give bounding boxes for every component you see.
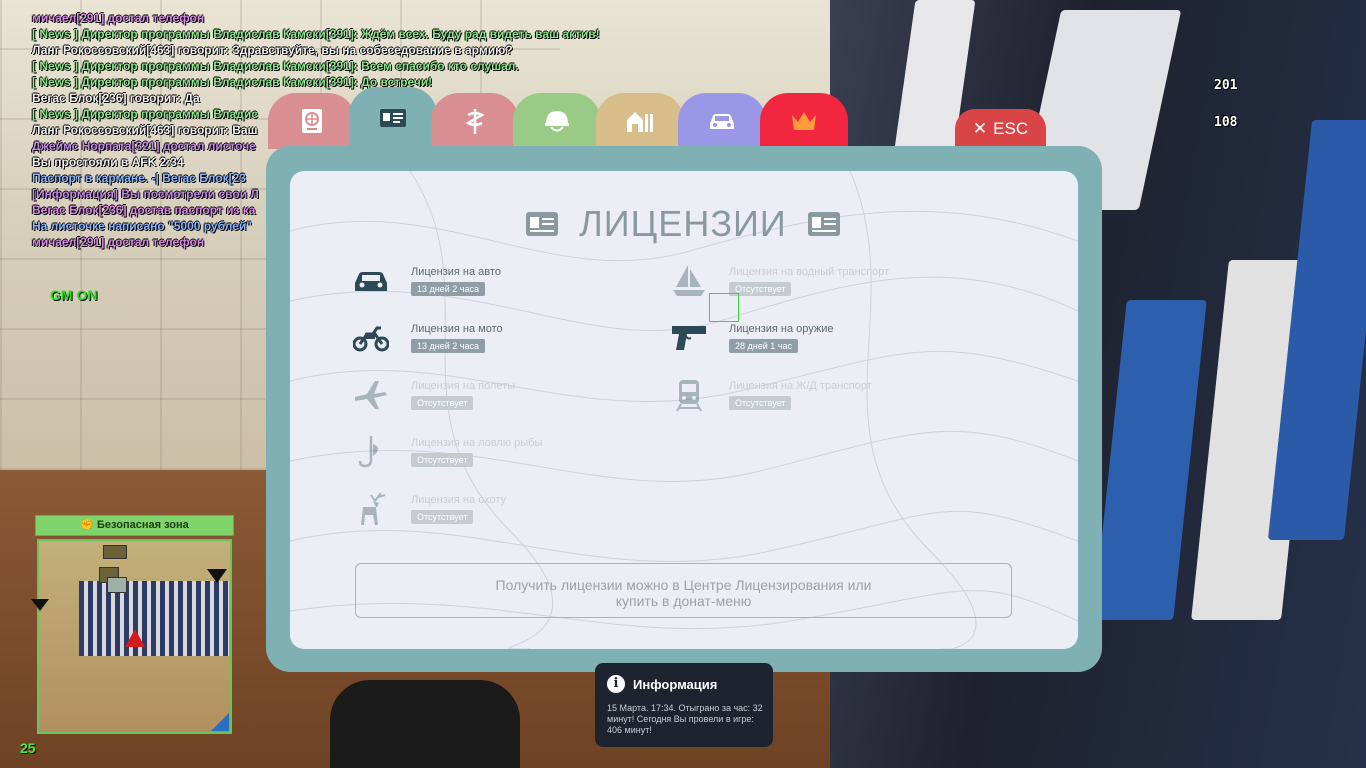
- office-chair: [330, 680, 520, 768]
- motorcycle-icon: [353, 326, 389, 352]
- esc-label: ESC: [993, 119, 1029, 138]
- medical-icon: [465, 109, 485, 134]
- tab-property[interactable]: [596, 93, 684, 149]
- notification-title: Информация: [633, 676, 718, 692]
- pistol-icon: [672, 326, 706, 350]
- id-card-icon: [807, 212, 840, 236]
- info-notification: i Информация 15 Марта. 17:34. Отыграно з…: [595, 663, 773, 747]
- license-status-badge: Отсутствует: [411, 453, 474, 467]
- waypoint-marker-icon: [31, 599, 49, 611]
- license-label: Лицензия на водный транспорт: [729, 266, 890, 278]
- license-hunting: Лицензия на охоту Отсутствует: [353, 492, 507, 527]
- hud-value: 108: [1214, 115, 1238, 130]
- minimap-blip: [103, 545, 127, 559]
- license-fishing: Лицензия на ловлю рыбы Отсутствует: [353, 436, 542, 470]
- license-train: Лицензия на Ж/Д транспорт Отсутствует: [671, 379, 872, 413]
- info-icon: i: [607, 675, 625, 693]
- fps-counter: 25: [20, 740, 36, 756]
- safe-zone-label: Безопасная зона: [97, 519, 189, 531]
- id-card-icon: [526, 212, 559, 236]
- license-weapon: Лицензия на оружие 28 дней 1 час: [671, 322, 834, 356]
- license-status-badge: 13 дней 2 часа: [411, 339, 485, 353]
- license-label: Лицензия на мото: [411, 323, 503, 335]
- tab-vehicles[interactable]: [678, 93, 766, 149]
- chat-line: [ News ] Директор программы Владислав Ка…: [32, 59, 519, 73]
- car-icon: [355, 272, 387, 291]
- passport-icon: [302, 109, 322, 133]
- tab-donate[interactable]: [760, 93, 848, 149]
- title-text: ЛИЦЕНЗИИ: [579, 203, 787, 244]
- close-icon: ✕: [972, 119, 988, 138]
- north-corner-icon: [211, 713, 229, 731]
- license-boat: Лицензия на водный транспорт Отсутствует: [671, 265, 889, 299]
- license-moto: Лицензия на мото 13 дней 2 часа: [353, 322, 503, 356]
- license-label: Лицензия на ловлю рыбы: [411, 437, 543, 449]
- train-icon: [676, 380, 702, 412]
- license-label: Лицензия на оружие: [729, 323, 834, 335]
- tab-passport[interactable]: [268, 93, 356, 149]
- waypoint-marker-icon: [207, 569, 227, 583]
- fishing-icon: [358, 436, 378, 468]
- tab-medical[interactable]: [431, 93, 519, 149]
- notification-body: 15 Марта. 17:34. Отыграно за час: 32 мин…: [607, 703, 763, 735]
- license-label: Лицензия на охоту: [411, 494, 507, 506]
- license-plane: Лицензия на полеты Отсутствует: [353, 379, 515, 413]
- license-info-note: Получить лицензии можно в Центре Лицензи…: [355, 563, 1012, 618]
- chat-line: [ News ] Директор программы Владислав Ка…: [32, 27, 600, 41]
- hud-value: 201: [1214, 78, 1238, 93]
- player-arrow-icon: [125, 629, 145, 647]
- id-card-icon: [380, 109, 406, 127]
- chat-line: [ News ] Директор программы Владислав Ка…: [32, 75, 433, 89]
- license-status-badge: 13 дней 2 часа: [411, 282, 485, 296]
- chat-line: Ланг Рокоссовский[463] говорит: Здравств…: [32, 43, 513, 57]
- esc-close-button[interactable]: ✕ ESC: [955, 109, 1046, 149]
- license-label: Лицензия на авто: [411, 266, 501, 278]
- houses-icon: [627, 112, 653, 132]
- fist-icon: ✊: [80, 519, 94, 531]
- crown-icon: [792, 112, 816, 130]
- license-status-badge: 28 дней 1 час: [729, 339, 798, 353]
- sailboat-icon: [673, 265, 705, 296]
- chat-line: мичаел[291] достал телефон: [32, 11, 205, 25]
- safe-zone-indicator: ✊ Безопасная зона: [35, 515, 234, 536]
- tab-military[interactable]: [513, 93, 601, 149]
- selection-cursor: [709, 293, 739, 322]
- minimap: [37, 539, 232, 734]
- license-label: Лицензия на полеты: [411, 380, 516, 392]
- info-note-line: Получить лицензии можно в Центре Лицензи…: [495, 577, 872, 593]
- deer-icon: [361, 492, 386, 525]
- license-status-badge: Отсутствует: [729, 396, 792, 410]
- car-icon: [710, 114, 734, 129]
- tab-licenses[interactable]: [349, 87, 437, 149]
- license-car: Лицензия на авто 13 дней 2 часа: [353, 265, 501, 299]
- plane-icon: [355, 381, 387, 409]
- minimap-terrain: [79, 581, 229, 656]
- helmet-icon: [545, 111, 569, 132]
- minimap-blip: [107, 577, 127, 593]
- license-label: Лицензия на Ж/Д транспорт: [729, 380, 872, 392]
- license-status-badge: Отсутствует: [411, 510, 474, 524]
- info-note-line: купить в донат-меню: [615, 593, 752, 609]
- page-title: ЛИЦЕНЗИИ: [0, 203, 1366, 245]
- license-status-badge: Отсутствует: [411, 396, 474, 410]
- gm-status: GM ON: [50, 287, 98, 303]
